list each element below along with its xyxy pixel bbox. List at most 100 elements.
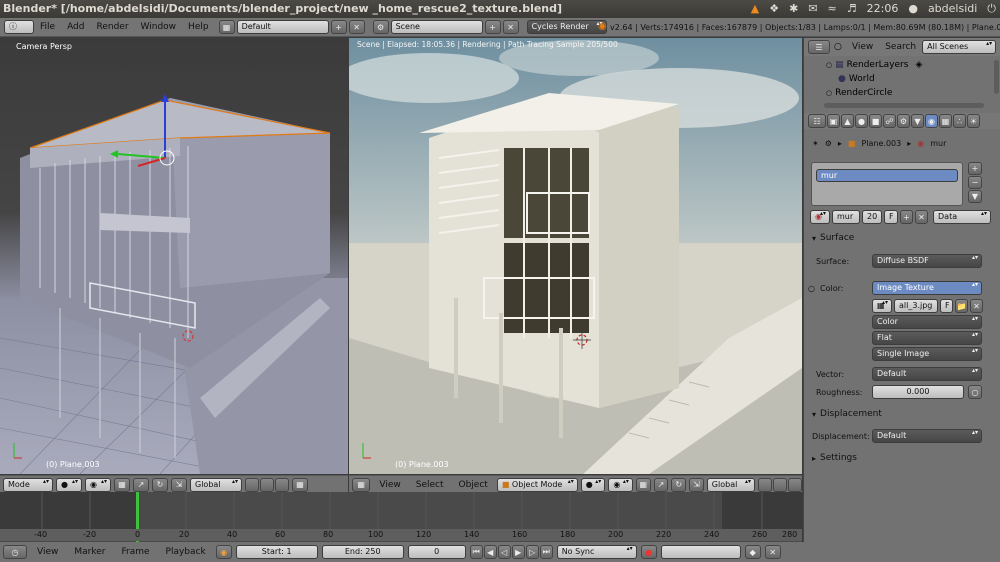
menu-view[interactable]: View: [31, 547, 64, 557]
lock-layers-icon[interactable]: ▦: [292, 477, 308, 492]
end-frame-field[interactable]: End: 250: [321, 545, 404, 559]
menu-file[interactable]: File: [34, 22, 61, 32]
menu-window[interactable]: Window: [135, 22, 183, 32]
render-tab-icon[interactable]: ▣: [827, 114, 840, 128]
jump-end-icon[interactable]: ⏭: [539, 545, 553, 559]
material-name-field[interactable]: mur: [832, 210, 860, 224]
scale-manipulator-icon[interactable]: ⇲: [171, 477, 187, 492]
material-browse-button[interactable]: ◉: [810, 210, 830, 224]
current-frame-field[interactable]: 0: [407, 545, 466, 559]
world-tab-icon[interactable]: ●: [855, 114, 868, 128]
delete-keyframe-icon[interactable]: ✕: [764, 545, 781, 559]
open-image-icon[interactable]: 📁: [955, 299, 968, 313]
dropbox-icon[interactable]: ❖: [769, 0, 779, 18]
modifiers-tab-icon[interactable]: ⚙: [897, 114, 910, 128]
editor-type-properties-icon[interactable]: ☷: [808, 114, 826, 128]
menu-view[interactable]: View: [373, 480, 406, 490]
clock[interactable]: 22:06: [867, 0, 899, 18]
filter-icon[interactable]: ○: [834, 42, 842, 52]
sync-mode-dropdown[interactable]: No Sync: [556, 545, 637, 559]
username[interactable]: abdelsidi: [928, 0, 977, 18]
jump-start-icon[interactable]: ⏮: [469, 545, 483, 559]
menu-view[interactable]: View: [846, 42, 879, 52]
new-material-icon[interactable]: +: [900, 210, 913, 224]
unlink-material-icon[interactable]: ✕: [915, 210, 928, 224]
layer-button[interactable]: [245, 477, 259, 492]
viewport-shading-dropdown[interactable]: ●: [580, 477, 606, 492]
rotate-manipulator-icon[interactable]: ↻: [671, 477, 687, 492]
power-icon[interactable]: ⏻: [987, 0, 996, 18]
data-tab-icon[interactable]: ▼: [911, 114, 924, 128]
menu-playback[interactable]: Playback: [160, 547, 212, 557]
material-slot-item[interactable]: mur: [816, 169, 958, 182]
pivot-dropdown[interactable]: ◉: [608, 477, 633, 492]
screen-layout-icon[interactable]: ▦: [218, 20, 235, 34]
outliner-row[interactable]: ○ ▦ RenderLayers ◈: [804, 58, 990, 72]
texture-tab-icon[interactable]: ▦: [939, 114, 952, 128]
menu-marker[interactable]: Marker: [68, 547, 111, 557]
insert-keyframe-icon[interactable]: ◆: [744, 545, 761, 559]
material-link-dropdown[interactable]: Data: [933, 210, 991, 224]
layer-button[interactable]: [773, 477, 787, 492]
layer-buttons[interactable]: [758, 477, 802, 492]
vlc-icon[interactable]: ▲: [751, 0, 759, 18]
preview-range-icon[interactable]: ◉: [215, 545, 232, 559]
outliner-hscrollbar[interactable]: [824, 103, 984, 108]
physics-tab-icon[interactable]: ☀: [967, 114, 980, 128]
layer-button[interactable]: [758, 477, 772, 492]
rotate-manipulator-icon[interactable]: ↻: [152, 477, 168, 492]
layer-button[interactable]: [788, 477, 802, 492]
object-tab-icon[interactable]: ■: [869, 114, 882, 128]
pin-icon[interactable]: ✶: [812, 139, 819, 148]
unlink-image-icon[interactable]: ✕: [970, 299, 983, 313]
outliner-row[interactable]: ○ RenderCircle: [804, 86, 990, 100]
layer-button[interactable]: [260, 477, 274, 492]
displacement-panel-header[interactable]: ▾ Displacement: [804, 406, 1000, 422]
add-slot-button[interactable]: +: [968, 162, 982, 175]
material-tab-icon[interactable]: ◉: [925, 114, 938, 128]
settings-panel-header[interactable]: ▸ Settings: [804, 450, 1000, 466]
remove-slot-button[interactable]: −: [968, 176, 982, 189]
start-frame-field[interactable]: Start: 1: [235, 545, 318, 559]
bluetooth-icon[interactable]: ✱: [789, 0, 798, 18]
translate-manipulator-icon[interactable]: ↗: [653, 477, 669, 492]
scene-field[interactable]: Scene: [390, 20, 483, 34]
add-scene-icon[interactable]: +: [484, 20, 501, 34]
menu-help[interactable]: Help: [182, 22, 215, 32]
add-layout-icon[interactable]: +: [330, 20, 347, 34]
color-space-dropdown[interactable]: Color: [872, 315, 982, 329]
scale-manipulator-icon[interactable]: ⇲: [689, 477, 704, 492]
manipulator-toggle-icon[interactable]: ▦: [635, 477, 651, 492]
translate-manipulator-icon[interactable]: ↗: [133, 477, 149, 492]
object-mode-dropdown[interactable]: ■ Object Mode: [496, 477, 578, 492]
display-mode-dropdown[interactable]: All Scenes: [922, 40, 997, 54]
expand-icon[interactable]: ○: [826, 89, 832, 97]
menu-frame[interactable]: Frame: [115, 547, 155, 557]
constraints-tab-icon[interactable]: ☍: [883, 114, 896, 128]
remove-scene-icon[interactable]: ✕: [502, 20, 519, 34]
manipulator-toggle-icon[interactable]: ▦: [114, 477, 130, 492]
wifi-icon[interactable]: ≈: [828, 0, 837, 18]
image-browse-button[interactable]: ▦: [872, 299, 892, 313]
play-reverse-icon[interactable]: ◁: [497, 545, 511, 559]
image-source-dropdown[interactable]: Single Image: [872, 347, 982, 361]
mode-dropdown[interactable]: Mode: [3, 477, 53, 492]
viewport-shading-dropdown[interactable]: ●: [56, 477, 82, 492]
menu-select[interactable]: Select: [410, 480, 450, 490]
color-input-dropdown[interactable]: Image Texture: [872, 281, 982, 295]
prev-keyframe-icon[interactable]: ◀: [483, 545, 497, 559]
outliner-row[interactable]: ● World: [804, 72, 990, 86]
remove-layout-icon[interactable]: ✕: [348, 20, 365, 34]
mail-icon[interactable]: ✉: [808, 0, 817, 18]
play-icon[interactable]: ▶: [511, 545, 525, 559]
screen-layout-field[interactable]: Default: [236, 20, 329, 34]
menu-object[interactable]: Object: [453, 480, 494, 490]
outliner-scrollbar[interactable]: [994, 60, 999, 94]
projection-dropdown[interactable]: Flat: [872, 331, 982, 345]
layer-button[interactable]: [275, 477, 289, 492]
menu-render[interactable]: Render: [91, 22, 135, 32]
editor-type-outliner-icon[interactable]: ☰: [808, 40, 830, 54]
vector-dropdown[interactable]: Default: [872, 367, 982, 381]
image-name-field[interactable]: all_3.jpg: [894, 299, 938, 313]
editor-type-button[interactable]: ⓘ: [4, 20, 34, 34]
